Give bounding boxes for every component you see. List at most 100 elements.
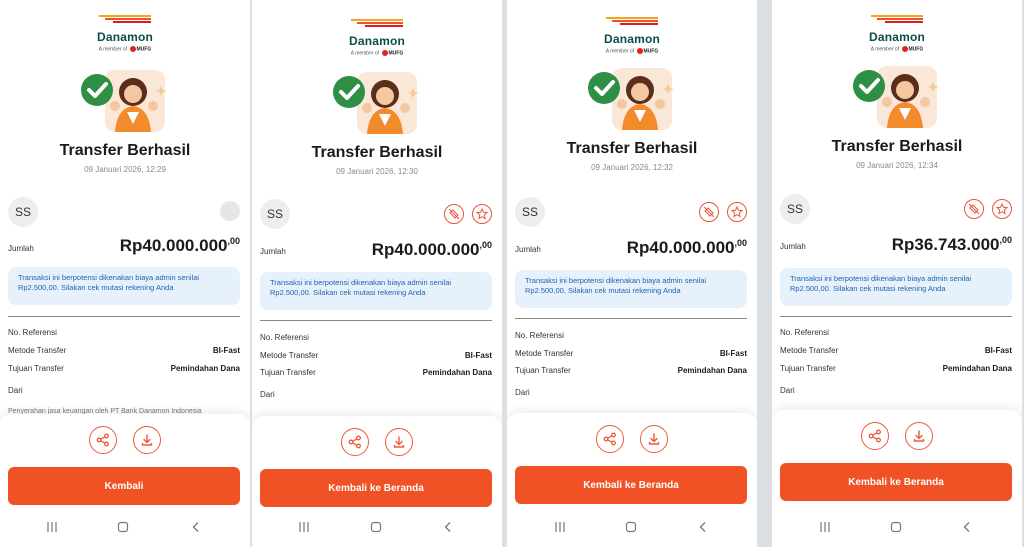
android-navbar bbox=[507, 521, 757, 537]
avatar: SS bbox=[515, 197, 545, 227]
favorite-button[interactable] bbox=[727, 202, 747, 222]
home-icon[interactable] bbox=[625, 521, 637, 533]
share-icon bbox=[96, 433, 109, 447]
amount-value: Rp40.000.000,00 bbox=[119, 236, 240, 255]
bottom-action-sheet: Kembali ke Beranda bbox=[252, 416, 502, 547]
danamon-flag-icon bbox=[351, 19, 403, 27]
detail-row-reference: No. Referensi bbox=[515, 331, 564, 340]
transaction-datetime: 09 Januari 2026, 12:29 bbox=[84, 165, 166, 174]
page-title: Transfer Berhasil bbox=[311, 144, 443, 161]
share-button[interactable] bbox=[88, 426, 117, 454]
back-nav-icon[interactable] bbox=[190, 521, 202, 533]
recent-apps-icon[interactable] bbox=[819, 521, 831, 533]
home-icon[interactable] bbox=[890, 521, 902, 533]
brand-name: Danamon bbox=[868, 30, 926, 44]
recent-apps-icon[interactable] bbox=[46, 521, 58, 533]
unfavorite-button[interactable] bbox=[698, 202, 719, 222]
share-icon bbox=[603, 432, 616, 446]
download-button[interactable] bbox=[905, 422, 934, 450]
success-illustration-icon bbox=[588, 68, 674, 130]
bottom-action-sheet: Kembali bbox=[0, 414, 250, 547]
detail-row-method: Metode Transfer BI-Fast bbox=[515, 349, 747, 358]
action-icons bbox=[960, 199, 1012, 219]
detail-row-from: Dari bbox=[780, 386, 795, 395]
download-icon bbox=[142, 434, 153, 446]
transaction-datetime: 09 Januari 2026, 12:30 bbox=[336, 167, 418, 176]
download-button[interactable] bbox=[385, 428, 414, 456]
mufg-icon bbox=[129, 46, 136, 52]
mufg-icon bbox=[901, 46, 908, 52]
back-nav-icon[interactable] bbox=[442, 521, 454, 533]
back-nav-icon[interactable] bbox=[961, 521, 973, 533]
share-row bbox=[772, 422, 1022, 450]
tag-slash-icon bbox=[968, 203, 979, 215]
recent-apps-icon[interactable] bbox=[554, 521, 566, 533]
member-of-text: A member of MUFG bbox=[870, 46, 924, 53]
admin-fee-notice: Transaksi ini berpotensi dikenakan biaya… bbox=[780, 268, 1012, 306]
back-to-home-button[interactable]: Kembali ke Beranda bbox=[515, 466, 747, 504]
home-icon[interactable] bbox=[370, 521, 382, 533]
phone-screen-1: Danamon A member of MUFG Transfer Berhas… bbox=[0, 0, 250, 547]
danamon-flag-icon bbox=[871, 15, 923, 23]
unfavorite-button[interactable] bbox=[443, 204, 464, 224]
download-icon bbox=[649, 433, 660, 445]
amount-label: Jumlah bbox=[260, 247, 286, 256]
phone-screen-2: Danamon A member of MUFG Transfer Berhas… bbox=[252, 0, 502, 547]
brand-name: Danamon bbox=[603, 32, 661, 46]
admin-fee-notice: Transaksi ini berpotensi dikenakan biaya… bbox=[515, 270, 747, 308]
success-illustration-icon bbox=[853, 66, 939, 128]
share-button[interactable] bbox=[595, 425, 624, 453]
member-of-text: A member of MUFG bbox=[605, 48, 659, 55]
download-button[interactable] bbox=[133, 426, 162, 454]
download-button[interactable] bbox=[640, 425, 669, 453]
detail-row-method: Metode Transfer BI-Fast bbox=[260, 351, 492, 360]
star-icon bbox=[996, 203, 1008, 215]
success-illustration-icon bbox=[333, 72, 419, 134]
share-button[interactable] bbox=[860, 422, 889, 450]
danamon-logo: Danamon A member of MUFG bbox=[507, 14, 757, 54]
back-to-home-button[interactable]: Kembali ke Beranda bbox=[780, 463, 1012, 501]
back-button[interactable]: Kembali bbox=[8, 467, 240, 505]
amount-label: Jumlah bbox=[515, 245, 541, 254]
success-illustration-icon bbox=[81, 70, 167, 132]
avatar: SS bbox=[8, 197, 38, 227]
danamon-flag-icon bbox=[606, 17, 658, 25]
share-button[interactable] bbox=[340, 428, 369, 456]
bottom-action-sheet: Kembali ke Beranda bbox=[772, 410, 1022, 547]
mufg-icon bbox=[636, 48, 643, 54]
download-icon bbox=[914, 430, 925, 442]
share-icon bbox=[348, 435, 361, 449]
transaction-datetime: 09 Januari 2026, 12:32 bbox=[591, 163, 673, 172]
danamon-logo: Danamon A member of MUFG bbox=[252, 16, 502, 56]
page-title: Transfer Berhasil bbox=[59, 142, 191, 159]
recent-apps-icon[interactable] bbox=[298, 521, 310, 533]
danamon-logo: Danamon A member of MUFG bbox=[772, 12, 1022, 52]
divider bbox=[8, 316, 240, 317]
home-icon[interactable] bbox=[117, 521, 129, 533]
favorite-button[interactable] bbox=[472, 204, 492, 224]
brand-name: Danamon bbox=[96, 30, 154, 44]
back-to-home-button[interactable]: Kembali ke Beranda bbox=[260, 469, 492, 507]
avatar: SS bbox=[780, 194, 810, 224]
download-icon bbox=[394, 436, 405, 448]
back-nav-icon[interactable] bbox=[697, 521, 709, 533]
action-icons bbox=[220, 201, 240, 226]
amount-value: Rp40.000.000,00 bbox=[626, 238, 747, 257]
detail-row-from: Dari bbox=[260, 390, 275, 399]
share-icon bbox=[868, 429, 881, 443]
admin-fee-notice: Transaksi ini berpotensi dikenakan biaya… bbox=[8, 267, 240, 305]
tag-slash-icon bbox=[448, 208, 459, 220]
star-icon bbox=[476, 208, 488, 220]
avatar: SS bbox=[260, 199, 290, 229]
unfavorite-button[interactable] bbox=[963, 199, 984, 219]
divider bbox=[260, 320, 492, 321]
screenshot-strip: Danamon A member of MUFG Transfer Berhas… bbox=[0, 0, 1024, 547]
tag-slash-icon bbox=[703, 206, 714, 218]
android-navbar bbox=[0, 521, 250, 537]
detail-row-purpose: Tujuan Transfer Pemindahan Dana bbox=[8, 364, 240, 373]
favorite-button[interactable] bbox=[992, 199, 1012, 219]
detail-row-reference: No. Referensi bbox=[260, 333, 309, 342]
share-row bbox=[252, 428, 502, 456]
detail-row-reference: No. Referensi bbox=[780, 328, 829, 337]
danamon-flag-icon bbox=[99, 15, 151, 23]
